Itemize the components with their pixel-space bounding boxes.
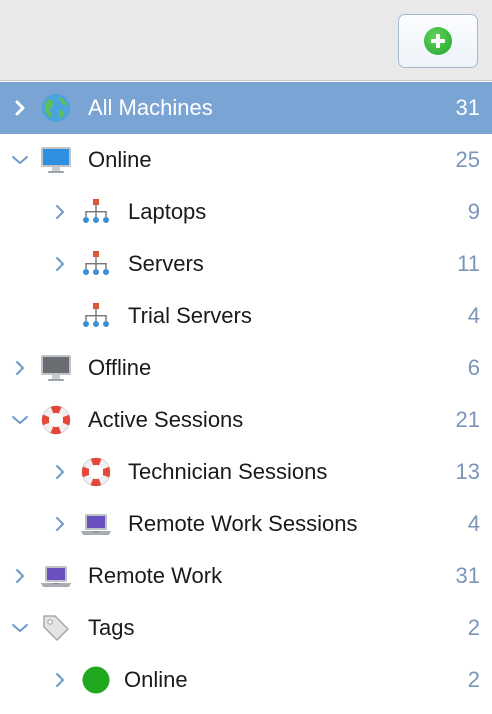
- tree-item-label: Offline: [88, 355, 152, 380]
- chevron-right-icon[interactable]: [10, 98, 30, 118]
- tree-item-count: 21: [455, 407, 480, 432]
- tree-item-all-machines[interactable]: All Machines 31: [0, 82, 492, 134]
- tree-item-trial-servers-child[interactable]: Trial Servers 4: [0, 290, 492, 342]
- tree-item-label: Servers: [128, 251, 204, 276]
- laptop-icon: [40, 560, 72, 592]
- chevron-down-icon[interactable]: [10, 618, 30, 638]
- tree-item-remote-work-sessions-child[interactable]: Remote Work Sessions 4: [0, 498, 492, 550]
- chevron-right-icon[interactable]: [50, 514, 70, 534]
- chevron-right-icon[interactable]: [50, 202, 70, 222]
- chevron-right-icon[interactable]: [50, 462, 70, 482]
- tree-item-label: Active Sessions: [88, 407, 244, 432]
- tree-item-label: All Machines: [88, 95, 213, 120]
- tree-item-count: 2: [467, 615, 480, 640]
- plus-icon: [424, 27, 452, 55]
- hierarchy-icon: [80, 248, 112, 280]
- tree-item-label: Technician Sessions: [128, 459, 328, 484]
- add-button[interactable]: [398, 14, 478, 68]
- chevron-right-icon[interactable]: [50, 670, 70, 690]
- hierarchy-icon: [80, 300, 112, 332]
- green-dot-icon: [80, 664, 112, 696]
- tag-icon: [40, 612, 72, 644]
- chevron-down-icon[interactable]: [10, 150, 30, 170]
- chevron-right-icon[interactable]: [10, 566, 30, 586]
- globe-icon: [40, 92, 72, 124]
- tree-item-count: 4: [467, 511, 480, 536]
- monitor-offline-icon: [40, 352, 72, 384]
- tree-item-remote-work[interactable]: Remote Work 31: [0, 550, 492, 602]
- tree-item-label: Remote Work: [88, 563, 223, 588]
- tree-item-online-child[interactable]: Online 2: [0, 654, 492, 706]
- tree-item-count: 13: [455, 459, 480, 484]
- tree-item-online[interactable]: Online 25: [0, 134, 492, 186]
- tree-item-count: 9: [467, 199, 480, 224]
- chevron-right-icon[interactable]: [50, 254, 70, 274]
- tree-item-count: 4: [467, 303, 480, 328]
- toolbar: [0, 0, 492, 81]
- hierarchy-icon: [80, 196, 112, 228]
- lifebuoy-icon: [80, 456, 112, 488]
- tree-item-tags[interactable]: Tags 2: [0, 602, 492, 654]
- tree-item-label: Online: [124, 667, 188, 692]
- tree-item-count: 25: [455, 147, 480, 172]
- tree-item-label: Trial Servers: [128, 303, 252, 328]
- tree-item-label: Online: [88, 147, 152, 172]
- tree-item-servers-child[interactable]: Servers 11: [0, 238, 492, 290]
- tree-item-laptops-child[interactable]: Laptops 9: [0, 186, 492, 238]
- chevron-right-icon[interactable]: [10, 358, 30, 378]
- tree-item-offline[interactable]: Offline 6: [0, 342, 492, 394]
- chevron-down-icon[interactable]: [10, 410, 30, 430]
- lifebuoy-icon: [40, 404, 72, 436]
- tree-item-count: 31: [455, 563, 480, 588]
- tree-item-active-sessions[interactable]: Active Sessions 21: [0, 394, 492, 446]
- tree-item-technician-sessions-child[interactable]: Technician Sessions 13: [0, 446, 492, 498]
- tree-item-label: Laptops: [128, 199, 207, 224]
- tree-item-label: Tags: [88, 615, 135, 640]
- tree-item-count: 6: [467, 355, 480, 380]
- tree-item-count: 11: [457, 251, 480, 276]
- monitor-icon: [40, 144, 72, 176]
- machine-tree: All Machines 31 Online 25 Laptops 9 Serv…: [0, 82, 492, 706]
- tree-item-count: 2: [467, 667, 480, 692]
- tree-item-count: 31: [455, 95, 480, 120]
- tree-item-label: Remote Work Sessions: [128, 511, 358, 536]
- laptop-icon: [80, 508, 112, 540]
